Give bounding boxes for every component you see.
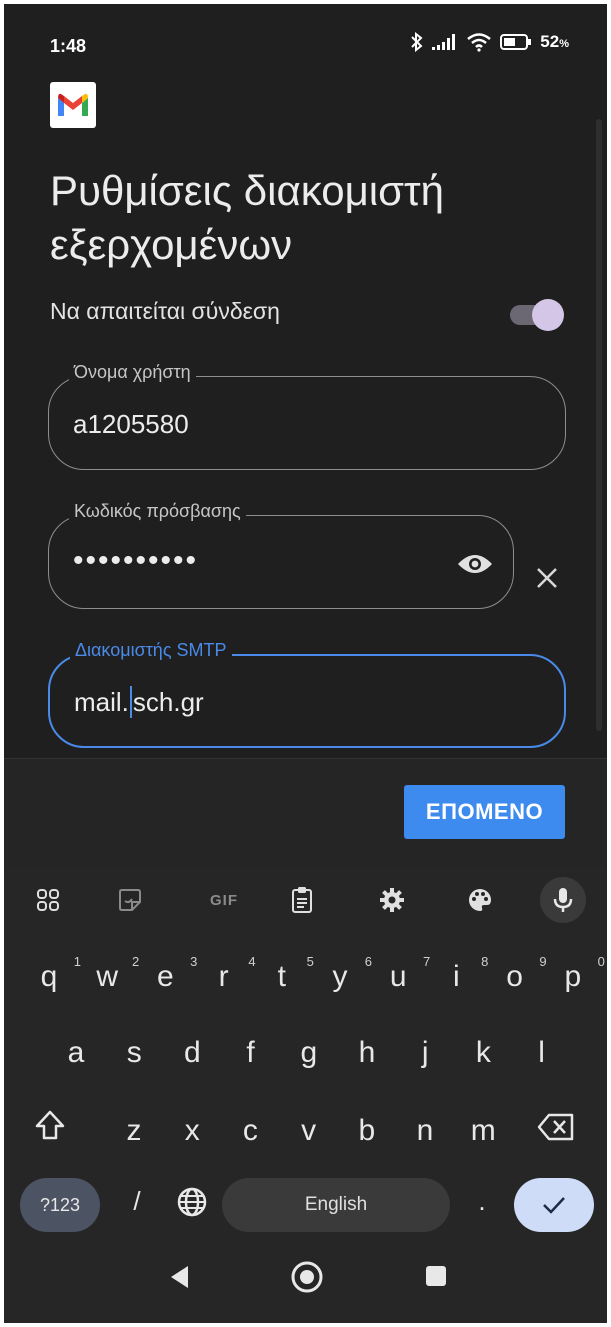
navigation-bar [4,1238,607,1323]
backspace-key[interactable] [534,1112,578,1152]
key-t[interactable]: t5 [262,954,314,994]
require-login-label: Να απαιτείται σύνδεση [50,298,280,324]
key-y[interactable]: y6 [320,954,373,994]
status-time: 1:48 [50,36,87,56]
text-cursor [129,686,132,718]
smtp-server-label: Διακομιστής SMTP [70,640,232,661]
key-z[interactable]: z [114,1114,154,1148]
language-globe-icon[interactable] [172,1186,212,1226]
password-field[interactable]: Κωδικός πρόσβασης •••••••••• [48,501,514,609]
key-x[interactable]: x [172,1114,212,1148]
wifi-icon [466,32,492,52]
key-p[interactable]: p0 [553,954,604,994]
battery-percent: 52% [540,32,569,51]
key-f[interactable]: f [231,1036,271,1070]
palette-icon[interactable] [462,882,498,918]
key-b[interactable]: b [347,1114,387,1148]
key-h[interactable]: h [347,1036,387,1070]
enter-check-key[interactable] [514,1178,594,1232]
show-password-eye-icon[interactable] [456,552,494,576]
sticker-icon[interactable] [112,882,148,918]
username-label: Όνομα χρήστη [69,362,196,383]
battery-icon [500,33,532,51]
keyboard-toolbar: GIF [4,868,607,932]
username-value: a1205580 [73,409,189,439]
status-icons: 52% [410,32,569,52]
mic-icon[interactable] [540,877,586,923]
symbols-key[interactable]: ?123 [20,1178,100,1232]
key-c[interactable]: c [230,1114,270,1148]
slash-key[interactable]: / [122,1186,152,1217]
page-title: Ρυθμίσεις διακομιστή εξερχομένων [50,167,444,268]
key-r[interactable]: r4 [204,954,256,994]
scrollbar[interactable] [596,119,602,731]
clear-password-close-icon[interactable] [534,565,560,591]
settings-gear-icon[interactable] [374,882,410,918]
key-m[interactable]: m [463,1114,503,1148]
key-w[interactable]: w2 [87,954,139,994]
key-s[interactable]: s [114,1036,154,1070]
key-j[interactable]: j [405,1036,445,1070]
shift-key[interactable] [28,1108,72,1152]
clipboard-icon[interactable] [284,882,320,918]
apps-grid-icon[interactable] [30,882,66,918]
next-button[interactable]: ΕΠΟΜΕΝΟ [404,785,565,839]
key-q[interactable]: q1 [29,954,81,994]
smtp-server-value: mail. sch.gr [74,686,204,718]
key-n[interactable]: n [405,1114,445,1148]
key-a[interactable]: a [56,1036,96,1070]
soft-keyboard: GIF q1w2e3r4t5y6u7i8o9p0 asdfghjkl zxcvb… [4,868,607,1238]
space-key[interactable]: English [222,1178,450,1232]
require-login-toggle[interactable] [510,299,564,331]
gif-icon[interactable]: GIF [202,882,246,918]
home-circle-icon[interactable] [290,1260,324,1299]
key-l[interactable]: l [522,1036,562,1070]
period-key[interactable]: . [470,1186,494,1217]
smtp-server-field[interactable]: Διακομιστής SMTP mail. sch.gr [48,640,566,748]
signal-icon [432,33,458,51]
toggle-thumb [532,299,564,331]
password-value: •••••••••• [73,544,199,577]
key-v[interactable]: v [289,1114,329,1148]
status-bar: 1:48 52% [4,4,607,84]
key-o[interactable]: o9 [495,954,546,994]
phone-screen: 1:48 52% Ρυθμίσεις διακομιστή εξερχομένω… [4,4,607,1323]
password-label: Κωδικός πρόσβασης [69,501,246,522]
gmail-logo-icon [50,82,96,128]
key-g[interactable]: g [289,1036,329,1070]
username-field[interactable]: Όνομα χρήστη a1205580 [48,362,566,470]
key-e[interactable]: e3 [145,954,197,994]
back-triangle-icon[interactable] [168,1264,192,1295]
key-d[interactable]: d [172,1036,212,1070]
key-k[interactable]: k [463,1036,503,1070]
bluetooth-icon [410,32,424,52]
key-i[interactable]: i8 [436,954,488,994]
recents-square-icon[interactable] [424,1264,448,1293]
key-u[interactable]: u7 [378,954,430,994]
